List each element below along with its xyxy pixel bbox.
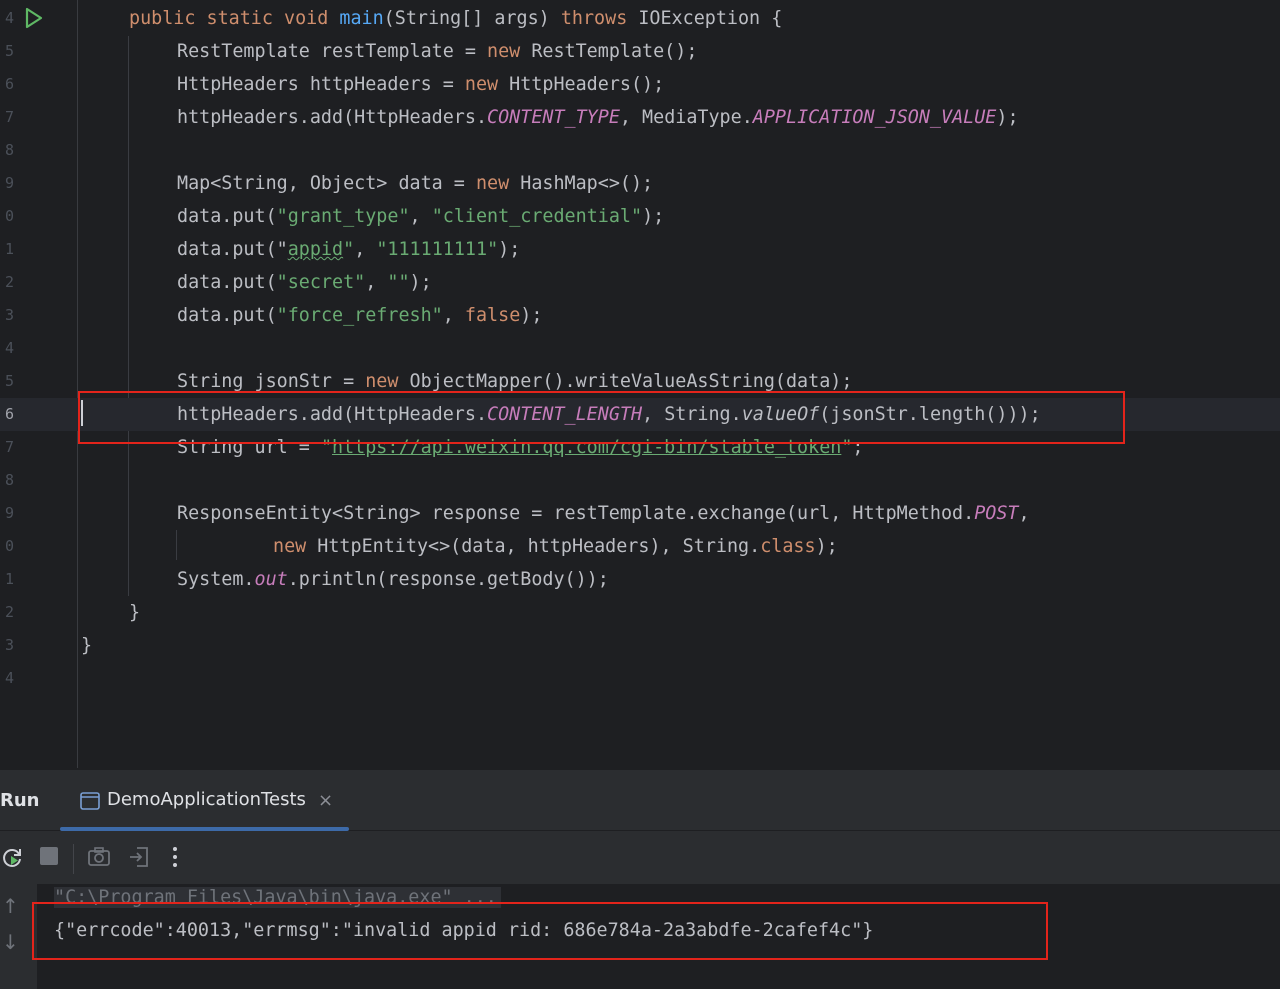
code-text: data.put("force_refresh", false);: [177, 305, 543, 326]
code-editor[interactable]: 4 public static void main(String[] args)…: [0, 0, 1280, 770]
line-number: 0: [4, 537, 14, 555]
line-number: 5: [4, 372, 14, 390]
line-number: 8: [4, 471, 14, 489]
code-line: 3 data.put("force_refresh", false);: [0, 299, 1280, 332]
line-number: 4: [4, 9, 14, 27]
line-number: 3: [4, 306, 14, 324]
code-text: HttpHeaders httpHeaders = new HttpHeader…: [177, 74, 665, 95]
code-line: 5 RestTemplate restTemplate = new RestTe…: [0, 35, 1280, 68]
console-output[interactable]: ↑ ↓ "C:\Program Files\Java\bin\java.exe"…: [0, 884, 1280, 989]
code-line: 4: [0, 332, 1280, 365]
tab-demo-application-tests[interactable]: DemoApplicationTests ×: [60, 770, 349, 831]
line-number: 5: [4, 42, 14, 60]
code-line: 1 System.out.println(response.getBody())…: [0, 563, 1280, 596]
scroll-down-icon[interactable]: ↓: [2, 930, 19, 954]
line-number: 2: [4, 273, 14, 291]
code-text: System.out.println(response.getBody());: [177, 569, 609, 590]
code-line: 2 }: [0, 596, 1280, 629]
code-line: 1 data.put("appid", "111111111");: [0, 233, 1280, 266]
code-line: 4 public static void main(String[] args)…: [0, 2, 1280, 35]
line-number: 4: [4, 339, 14, 357]
code-line: 3 }: [0, 629, 1280, 662]
run-panel: Run DemoApplicationTests × ↑ ↓ "C:\Progr…: [0, 770, 1280, 989]
scroll-up-icon[interactable]: ↑: [2, 894, 19, 918]
rerun-icon[interactable]: [0, 846, 24, 870]
line-number: 7: [4, 108, 14, 126]
code-text: new HttpEntity<>(data, httpHeaders), Str…: [273, 536, 838, 557]
code-line: 7 httpHeaders.add(HttpHeaders.CONTENT_TY…: [0, 101, 1280, 134]
code-line: 9 Map<String, Object> data = new HashMap…: [0, 167, 1280, 200]
active-tab-indicator: [60, 827, 349, 831]
stop-icon[interactable]: [39, 846, 59, 866]
code-text: Map<String, Object> data = new HashMap<>…: [177, 173, 654, 194]
code-line: 0 data.put("grant_type", "client_credent…: [0, 200, 1280, 233]
code-line: 8: [0, 464, 1280, 497]
line-number: 6: [4, 405, 14, 423]
code-line: 0 new HttpEntity<>(data, httpHeaders), S…: [0, 530, 1280, 563]
line-number: 9: [4, 174, 14, 192]
code-text: public static void main(String[] args) t…: [129, 8, 783, 29]
code-text: data.put("grant_type", "client_credentia…: [177, 206, 665, 227]
line-number: 0: [4, 207, 14, 225]
code-line: 6 HttpHeaders httpHeaders = new HttpHead…: [0, 68, 1280, 101]
line-number: 2: [4, 603, 14, 621]
code-line: 4: [0, 662, 1280, 695]
code-text: ResponseEntity<String> response = restTe…: [177, 503, 1030, 524]
console-icon: [80, 792, 100, 810]
toolbar-divider: [73, 844, 74, 874]
exit-icon[interactable]: [128, 846, 150, 868]
run-header: Run DemoApplicationTests ×: [0, 770, 1280, 831]
line-number: 1: [4, 570, 14, 588]
code-text: data.put("secret", "");: [177, 272, 432, 293]
line-number: 4: [4, 669, 14, 687]
line-number: 7: [4, 438, 14, 456]
code-line: 2 data.put("secret", "");: [0, 266, 1280, 299]
code-text: data.put("appid", "111111111");: [177, 239, 521, 260]
line-number: 1: [4, 240, 14, 258]
highlight-box-output: [32, 902, 1048, 960]
more-icon[interactable]: [170, 846, 180, 868]
run-panel-title: Run: [0, 790, 40, 811]
line-number: 6: [4, 75, 14, 93]
code-text: }: [81, 635, 93, 656]
line-number: 3: [4, 636, 14, 654]
run-toolbar: [0, 832, 1280, 884]
highlight-box-code: [78, 391, 1125, 444]
camera-icon[interactable]: [87, 846, 111, 868]
tab-label: DemoApplicationTests: [107, 789, 306, 810]
code-line: 8: [0, 134, 1280, 167]
line-number: 9: [4, 504, 14, 522]
code-text: RestTemplate restTemplate = new RestTemp…: [177, 41, 698, 62]
close-icon[interactable]: ×: [318, 790, 333, 811]
code-text: httpHeaders.add(HttpHeaders.CONTENT_TYPE…: [177, 107, 1019, 128]
line-number: 8: [4, 141, 14, 159]
code-text: }: [129, 602, 141, 623]
code-line: 9 ResponseEntity<String> response = rest…: [0, 497, 1280, 530]
